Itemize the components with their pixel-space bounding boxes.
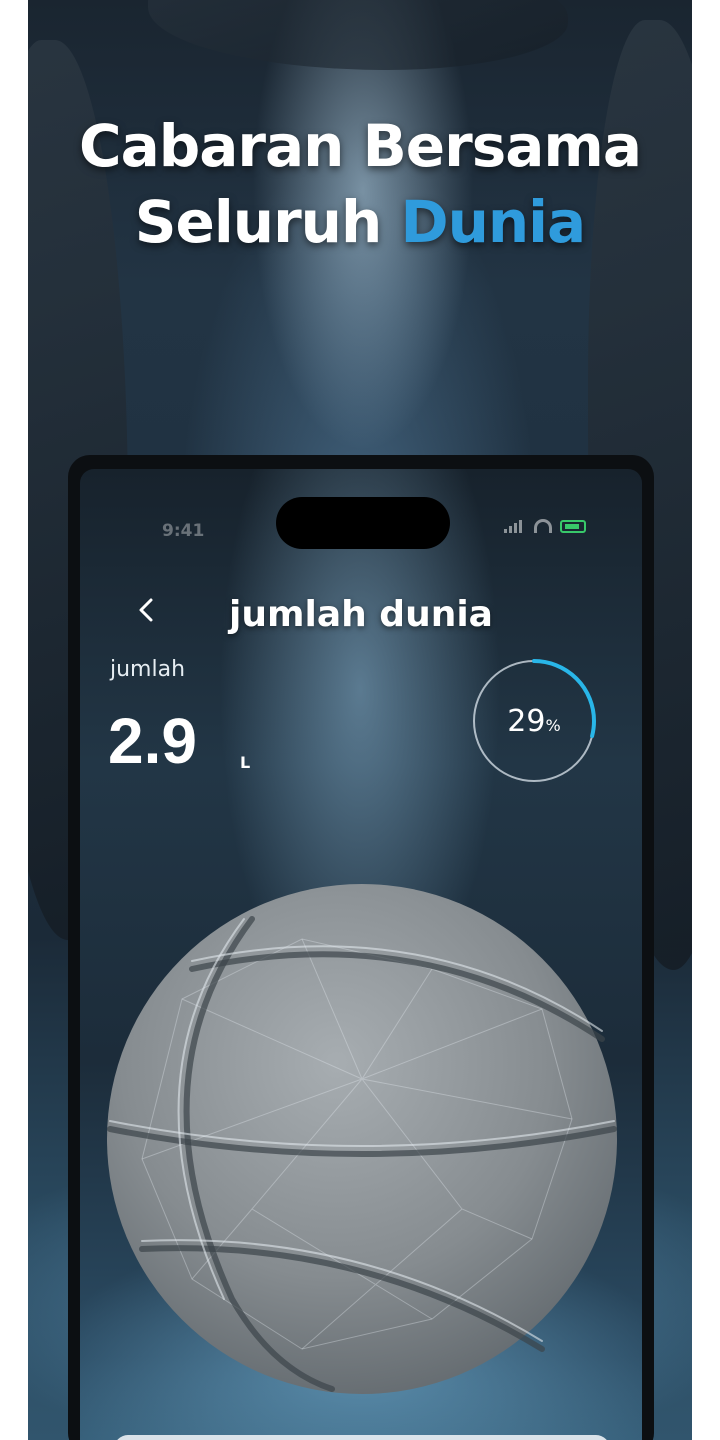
phone-screen: 9:41 jumlah dunia jumlah 2.9 L 29 %	[80, 469, 642, 1440]
status-time: 9:41	[162, 521, 205, 541]
phone-mockup: 9:41 jumlah dunia jumlah 2.9 L 29 %	[68, 455, 654, 1440]
battery-icon	[560, 519, 586, 533]
progress-percent: 29 %	[468, 655, 600, 787]
progress-percent-value: 29	[507, 703, 546, 739]
headline-line-2: Seluruh Dunia	[28, 184, 692, 260]
dynamic-island	[276, 497, 450, 549]
bottom-action-button[interactable]	[114, 1435, 610, 1440]
cave-rock-top	[148, 0, 568, 70]
page-title: jumlah dunia	[229, 594, 493, 635]
total-unit: L	[240, 753, 251, 772]
status-icons	[504, 519, 586, 533]
signal-icon	[504, 519, 526, 533]
headline-accent-word: Dunia	[400, 188, 586, 256]
total-label: jumlah	[110, 657, 186, 682]
promo-screen: Cabaran Bersama Seluruh Dunia 9:41 jumla…	[28, 0, 692, 1440]
headline-line-2-prefix: Seluruh	[134, 188, 382, 256]
crystal-basketball-image	[107, 884, 617, 1394]
headline: Cabaran Bersama Seluruh Dunia	[28, 108, 692, 260]
headline-line-1: Cabaran Bersama	[79, 112, 642, 180]
total-value: 2.9	[108, 705, 197, 777]
progress-percent-sign: %	[545, 715, 561, 735]
wifi-icon	[534, 519, 552, 533]
